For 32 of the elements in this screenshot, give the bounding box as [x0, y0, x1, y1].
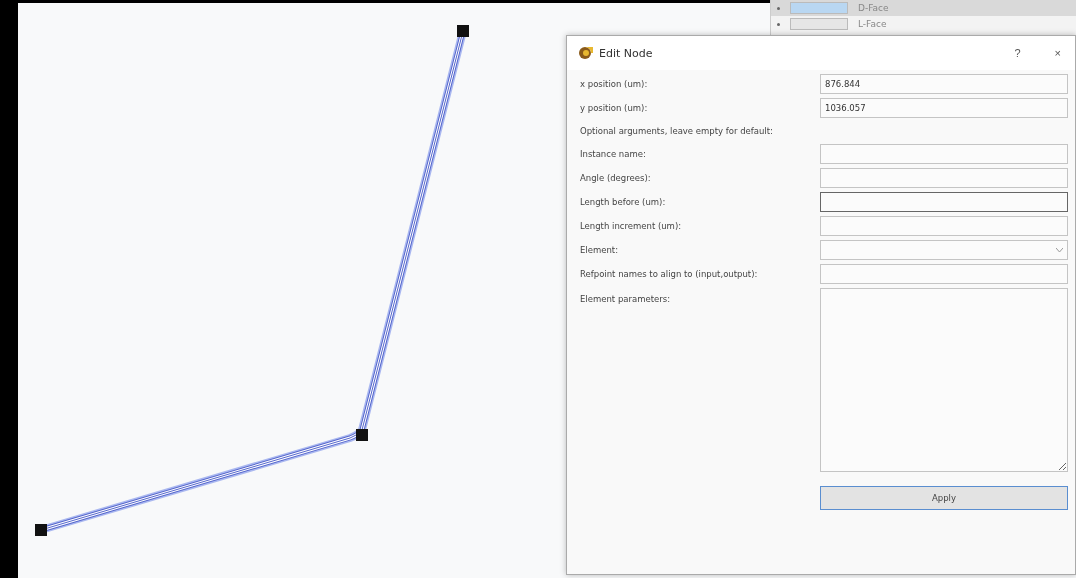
field-label: Instance name:	[580, 149, 647, 159]
field-label: Element parameters:	[580, 293, 672, 304]
layer-name: D-Face	[858, 3, 889, 13]
caret-icon	[1056, 248, 1063, 252]
field-label: Length increment (um):	[580, 221, 683, 231]
hint-text: Optional arguments, leave empty for default:	[580, 125, 774, 138]
close-button[interactable]: ×	[1054, 47, 1061, 59]
app-icon	[579, 47, 593, 59]
text-area[interactable]	[820, 288, 1068, 472]
input-field[interactable]	[820, 264, 1068, 284]
field-label: Angle (degrees):	[580, 173, 652, 183]
input-field[interactable]	[820, 192, 1068, 212]
input-field[interactable]	[820, 216, 1068, 236]
field-label: Refpoint names to align to (input,output):	[580, 269, 759, 279]
node-marker[interactable]	[457, 25, 469, 37]
field-label: Element:	[580, 245, 620, 255]
layer-name: L-Face	[858, 19, 887, 29]
field-label: x position (um):	[580, 79, 649, 89]
field-label: y position (um):	[580, 103, 649, 113]
input-field[interactable]	[820, 144, 1068, 164]
input-field[interactable]: 1036.057	[820, 98, 1068, 118]
bullet-icon	[777, 22, 780, 26]
field-label: Length before (um):	[580, 197, 667, 207]
window-title: Edit Node	[599, 46, 654, 60]
node-marker[interactable]	[35, 524, 47, 536]
bullet-icon	[777, 6, 780, 10]
dropdown-field[interactable]	[820, 240, 1068, 260]
help-button[interactable]: ?	[1014, 47, 1021, 59]
node-marker[interactable]	[356, 429, 368, 441]
apply-button[interactable]: Apply	[820, 486, 1068, 510]
input-field[interactable]: 876.844	[820, 74, 1068, 94]
input-field[interactable]	[820, 168, 1068, 188]
